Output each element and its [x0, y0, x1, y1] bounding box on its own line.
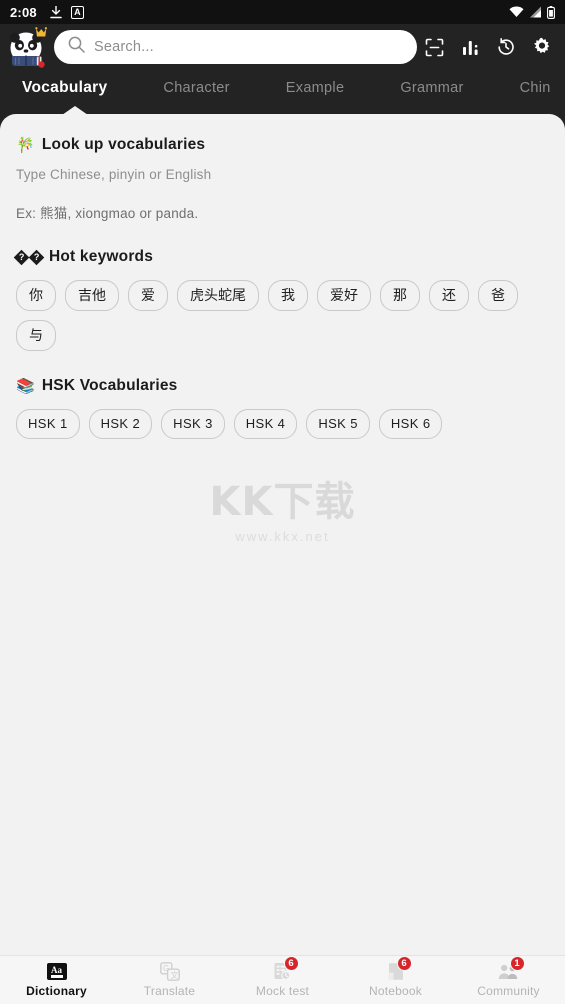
tab-example[interactable]: Example: [286, 80, 345, 96]
notebook-icon: 6: [385, 956, 412, 981]
hot-keyword-chip[interactable]: 爱: [128, 280, 168, 311]
svg-text:文: 文: [170, 970, 178, 980]
tab-grammar[interactable]: Grammar: [400, 80, 463, 96]
hot-keywords-title: Hot keywords: [49, 248, 154, 265]
wifi-icon: [509, 6, 524, 18]
hot-keyword-chip[interactable]: 你: [16, 280, 56, 311]
scan-icon[interactable]: [423, 36, 445, 58]
nav-label-mock-test: Mock test: [255, 984, 310, 998]
site-watermark: KK下载 www.kkx.net: [0, 469, 565, 544]
hsk-chip[interactable]: HSK 6: [378, 409, 443, 439]
hsk-chip[interactable]: HSK 2: [88, 409, 153, 439]
hot-keyword-chip[interactable]: 吉他: [65, 280, 119, 311]
tab-vocabulary[interactable]: Vocabulary: [22, 79, 107, 97]
tab-character[interactable]: Character: [163, 80, 229, 96]
hsk-section: 📚 HSK Vocabularies HSK 1 HSK 2 HSK 3 HSK…: [0, 351, 565, 439]
hot-keyword-chip[interactable]: 我: [268, 280, 308, 311]
books-icon: 📚: [16, 377, 35, 395]
vocabulary-card: 🎋 Look up vocabularies Type Chinese, pin…: [0, 114, 565, 955]
fire-emoji-fallback-icon: ? ?: [13, 249, 45, 265]
battery-icon: [547, 5, 555, 19]
hsk-title: HSK Vocabularies: [41, 377, 178, 394]
mock-test-icon: 6: [272, 956, 299, 981]
bottom-navigation: Aa Dictionary G 文 Translate 6 Mock test …: [0, 955, 565, 1004]
download-icon: [50, 5, 62, 19]
hsk-chip[interactable]: HSK 4: [233, 409, 298, 439]
status-right-icons: [509, 5, 555, 19]
tab-bar: Vocabulary Character Example Grammar Chi…: [0, 70, 565, 106]
header-actions: [423, 36, 557, 58]
lookup-example: Ex: 熊猫, xiongmao or panda.: [16, 206, 199, 221]
app-header: Search...: [0, 24, 565, 70]
hot-keywords-title-row: ? ? Hot keywords: [13, 248, 549, 266]
community-badge: 1: [509, 956, 525, 971]
hot-keyword-chip[interactable]: 与: [16, 320, 56, 351]
lookup-hint: Type Chinese, pinyin or English: [16, 167, 212, 182]
community-icon: 1: [498, 956, 525, 981]
hsk-chip[interactable]: HSK 3: [161, 409, 225, 439]
status-bar: 2:08 A: [0, 0, 565, 24]
hsk-title-row: 📚 HSK Vocabularies: [16, 377, 549, 395]
lookup-title-row: 🎋 Look up vocabularies: [16, 136, 549, 154]
search-icon: [68, 36, 85, 58]
content-area: 🎋 Look up vocabularies Type Chinese, pin…: [0, 106, 565, 955]
hsk-chips: HSK 1 HSK 2 HSK 3 HSK 4 HSK 5 HSK 6: [16, 409, 549, 439]
hot-keyword-chip[interactable]: 还: [429, 280, 469, 311]
chart-icon[interactable]: [459, 36, 481, 58]
dictionary-aa-icon: Aa: [46, 962, 68, 981]
hsk-chip[interactable]: HSK 1: [16, 409, 80, 439]
nav-label-translate: Translate: [143, 984, 196, 998]
nav-item-mock-test[interactable]: 6 Mock test: [226, 956, 339, 1004]
signal-icon: [529, 6, 542, 18]
hot-keyword-chip[interactable]: 那: [380, 280, 420, 311]
nav-label-notebook: Notebook: [369, 984, 422, 998]
tab-chinese[interactable]: Chin: [520, 80, 551, 96]
nav-label-dictionary: Dictionary: [26, 984, 87, 998]
lookup-section: 🎋 Look up vocabularies Type Chinese, pin…: [0, 114, 565, 222]
bamboo-icon: 🎋: [16, 136, 35, 154]
panda-crown-logo[interactable]: [4, 24, 50, 70]
nav-item-notebook[interactable]: 6 Notebook: [339, 956, 452, 1004]
history-icon[interactable]: [495, 36, 517, 58]
translate-icon: G 文: [159, 962, 181, 981]
status-left-icons: A: [50, 5, 84, 19]
nav-item-translate[interactable]: G 文 Translate: [113, 956, 226, 1004]
settings-icon[interactable]: [531, 36, 553, 58]
hot-keyword-chip[interactable]: 虎头蛇尾: [177, 280, 259, 311]
hot-keyword-chips: 你 吉他 爱 虎头蛇尾 我 爱好 那 还 爸 与: [16, 280, 549, 351]
lookup-title: Look up vocabularies: [41, 136, 206, 153]
status-time: 2:08: [10, 4, 37, 20]
app-root: 2:08 A Search... Vocabulary Character Ex…: [0, 0, 565, 1004]
nav-item-community[interactable]: 1 Community: [452, 956, 565, 1004]
active-tab-indicator: [62, 106, 88, 115]
hot-keywords-section: ? ? Hot keywords 你 吉他 爱 虎头蛇尾 我 爱好 那 还 爸 …: [0, 222, 565, 351]
hot-keyword-chip[interactable]: 爱好: [317, 280, 371, 311]
watermark-title: KK下载: [209, 479, 356, 525]
search-input[interactable]: Search...: [94, 39, 154, 55]
nav-label-community: Community: [477, 984, 540, 998]
hot-keyword-chip[interactable]: 爸: [478, 280, 518, 311]
hsk-chip[interactable]: HSK 5: [306, 409, 370, 439]
nav-item-dictionary[interactable]: Aa Dictionary: [0, 956, 113, 1004]
a-badge-icon: A: [70, 5, 84, 19]
watermark-url: www.kkx.net: [235, 529, 330, 544]
mock-test-badge: 6: [283, 956, 299, 971]
search-bar[interactable]: Search...: [54, 30, 417, 64]
notebook-badge: 6: [396, 956, 412, 971]
